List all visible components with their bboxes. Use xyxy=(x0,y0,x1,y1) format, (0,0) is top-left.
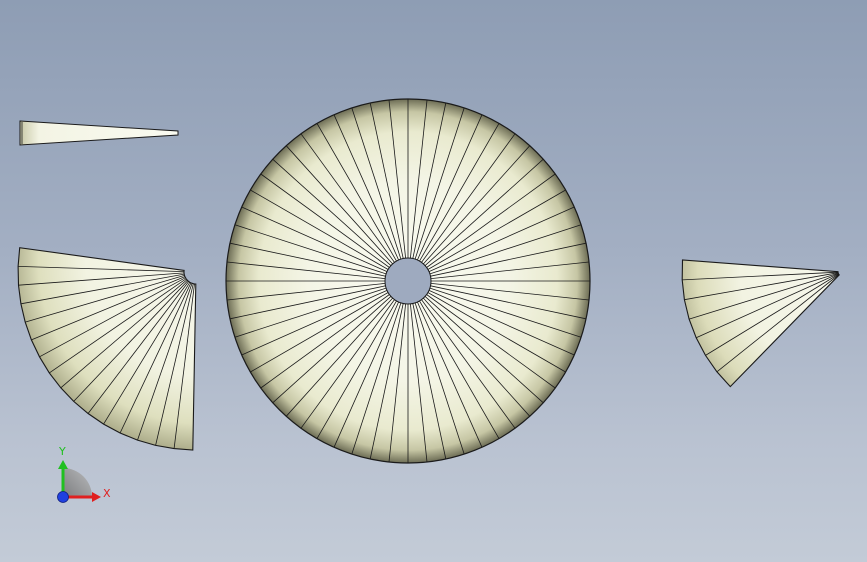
center-hole xyxy=(384,257,432,305)
full-disc-part[interactable] xyxy=(225,98,591,464)
graphics-viewport[interactable]: X Y xyxy=(0,0,867,562)
thin-wedge-part[interactable] xyxy=(19,120,179,146)
model-scene[interactable]: X Y xyxy=(0,0,867,562)
y-axis-label: Y xyxy=(58,445,66,458)
z-axis-dot xyxy=(57,491,69,503)
coordinate-triad: X Y xyxy=(57,445,111,503)
x-axis-label: X xyxy=(103,487,111,500)
triad-plane-icon xyxy=(63,468,92,497)
x-axis-arrowhead xyxy=(92,492,101,502)
left-sector-part[interactable] xyxy=(17,247,197,451)
right-sector-part[interactable] xyxy=(681,259,840,388)
y-axis-arrowhead xyxy=(58,460,68,469)
